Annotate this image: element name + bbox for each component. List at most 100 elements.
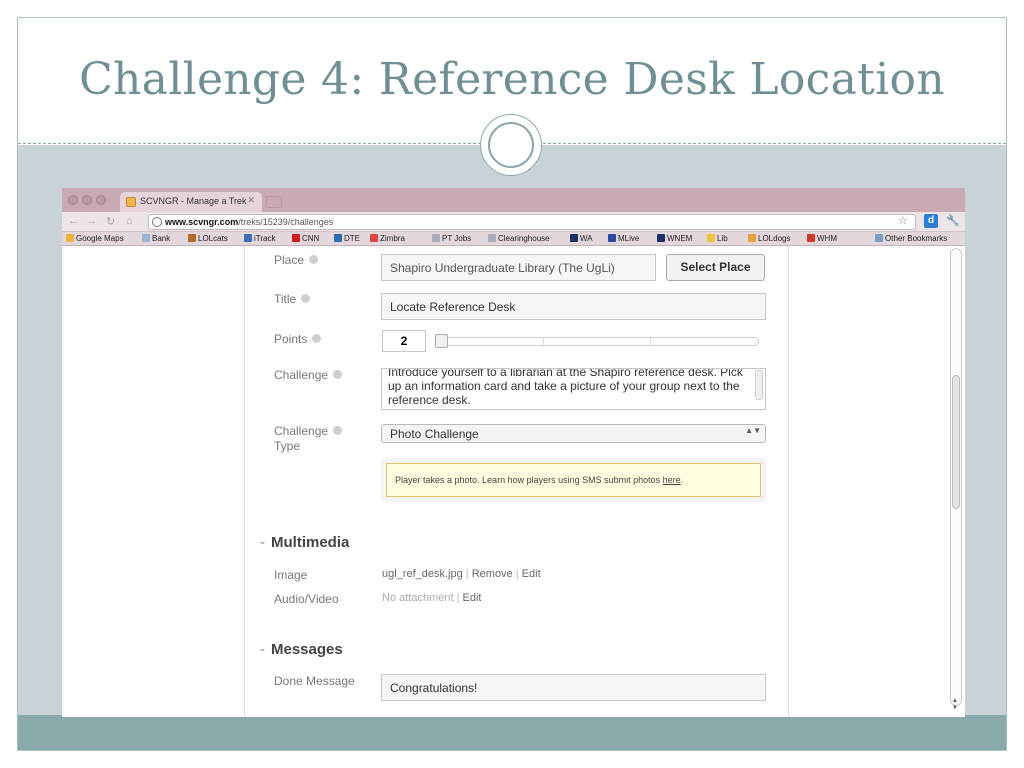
url-path: /treks/15239/challenges	[238, 217, 334, 227]
scroll-arrows-icon[interactable]: ▲ ▼	[952, 698, 958, 712]
globe-icon	[152, 217, 162, 227]
slide-title: Challenge 4: Reference Desk Location	[79, 54, 945, 105]
wa-icon	[570, 234, 578, 242]
done-message-field[interactable]: Congratulations!	[381, 674, 766, 701]
help-icon[interactable]	[312, 334, 322, 343]
points-slider-handle[interactable]	[435, 334, 448, 348]
lolcats-icon	[188, 234, 196, 242]
no-attachment-text: No attachment	[382, 592, 454, 604]
slider-tick	[543, 338, 544, 345]
hint-here-link[interactable]: here	[663, 475, 681, 485]
challenge-text: Introduce yourself to a librarian at the…	[388, 368, 743, 407]
points-field[interactable]: 2	[382, 330, 426, 352]
challenge-type-select[interactable]: Photo Challenge ▲▼	[381, 424, 766, 443]
edit-image-link[interactable]: Edit	[522, 568, 541, 580]
bookmark-itrack[interactable]: iTrack	[244, 234, 275, 243]
left-column-border	[244, 246, 245, 717]
bookmark-star-icon[interactable]: ☆	[898, 214, 908, 227]
bookmark-wnem[interactable]: WNEM	[657, 234, 692, 243]
web-page: Place Shapiro Undergraduate Library (The…	[62, 246, 965, 717]
mlive-icon	[608, 234, 616, 242]
bookmarks-bar: Google Maps Bank LOLcats iTrack CNN DTE …	[62, 232, 965, 246]
browser-tab[interactable]: SCVNGR - Manage a Trek ✕	[120, 192, 262, 212]
new-tab-button[interactable]	[266, 196, 282, 208]
bookmark-lolcats[interactable]: LOLcats	[188, 234, 228, 243]
scrollbar-thumb[interactable]	[952, 375, 960, 509]
zoom-window-button[interactable]	[96, 195, 106, 205]
title-field[interactable]: Locate Reference Desk	[381, 293, 766, 320]
bookmark-pt-jobs[interactable]: PT Jobs	[432, 234, 471, 243]
help-icon[interactable]	[301, 294, 311, 303]
url-host: www.scvngr.com	[165, 217, 239, 227]
folder-icon	[875, 234, 883, 242]
points-slider-track[interactable]	[435, 337, 759, 346]
bookmark-whm[interactable]: WHM	[807, 234, 837, 243]
back-arrow-icon[interactable]: ←	[68, 215, 79, 227]
messages-heading[interactable]: - Messages	[260, 641, 343, 658]
bookmark-mlive[interactable]: MLive	[608, 234, 639, 243]
image-label: Image	[274, 568, 308, 582]
bookmark-clearinghouse[interactable]: Clearinghouse	[488, 234, 550, 243]
bookmark-other[interactable]: Other Bookmarks	[875, 234, 947, 243]
edit-audio-video-link[interactable]: Edit	[463, 592, 482, 604]
lib-icon	[707, 234, 715, 242]
audio-video-attachment: No attachment | Edit	[382, 592, 482, 604]
audio-video-label: Audio/Video	[274, 592, 339, 606]
bookmark-google-maps[interactable]: Google Maps	[66, 234, 124, 243]
forward-arrow-icon[interactable]: →	[86, 215, 97, 227]
slide: Challenge 4: Reference Desk Location SCV…	[17, 17, 1007, 751]
help-icon[interactable]	[333, 370, 343, 379]
bookmark-loldogs[interactable]: LOLdogs	[748, 234, 790, 243]
browser-toolbar: ← → ↻ ⌂ www.scvngr.com/treks/15239/chall…	[62, 212, 965, 232]
cnn-icon	[292, 234, 300, 242]
bookmark-zimbra[interactable]: Zimbra	[370, 234, 405, 243]
bookmark-cnn[interactable]: CNN	[292, 234, 319, 243]
whm-icon	[807, 234, 815, 242]
tab-close-icon[interactable]: ✕	[247, 195, 255, 206]
photo-hint: Player takes a photo. Learn how players …	[386, 463, 761, 497]
challenge-textarea[interactable]: Introduce yourself to a librarian at the…	[381, 368, 766, 410]
zimbra-icon	[370, 234, 378, 242]
pt-jobs-icon	[432, 234, 440, 242]
slider-tick	[650, 338, 651, 345]
title-label: Title	[274, 292, 311, 306]
address-bar[interactable]: www.scvngr.com/treks/15239/challenges	[148, 214, 916, 230]
help-icon[interactable]	[309, 255, 319, 264]
reload-icon[interactable]: ↻	[106, 215, 115, 228]
page-scrollbar[interactable]	[950, 248, 962, 706]
place-label: Place	[274, 253, 319, 267]
challenge-type-value: Photo Challenge	[390, 427, 479, 441]
dte-icon	[334, 234, 342, 242]
title-circle-inner	[488, 122, 534, 168]
select-arrows-icon: ▲▼	[745, 426, 761, 435]
browser-window: SCVNGR - Manage a Trek ✕ ← → ↻ ⌂ www.scv…	[62, 188, 965, 717]
tab-strip: SCVNGR - Manage a Trek ✕	[62, 188, 965, 212]
image-filename[interactable]: ugl_ref_desk.jpg	[382, 568, 463, 580]
clearinghouse-icon	[488, 234, 496, 242]
textarea-scrollbar[interactable]	[755, 370, 763, 400]
place-field[interactable]: Shapiro Undergraduate Library (The UgLi)	[381, 254, 656, 281]
close-window-button[interactable]	[68, 195, 78, 205]
bookmark-lib[interactable]: Lib	[707, 234, 728, 243]
wrench-icon[interactable]: 🔧	[946, 214, 960, 227]
footer-bar	[18, 715, 1006, 750]
hint-container: Player takes a photo. Learn how players …	[381, 458, 766, 502]
bank-icon	[142, 234, 150, 242]
bookmark-bank[interactable]: Bank	[142, 234, 170, 243]
loldogs-icon	[748, 234, 756, 242]
image-attachment: ugl_ref_desk.jpg | Remove | Edit	[382, 568, 541, 580]
right-column-border	[788, 246, 789, 717]
extension-d-icon[interactable]: d	[924, 214, 938, 228]
scvngr-favicon-icon	[126, 197, 136, 207]
home-icon[interactable]: ⌂	[126, 215, 133, 227]
wnem-icon	[657, 234, 665, 242]
bookmark-wa[interactable]: WA	[570, 234, 593, 243]
done-message-label: Done Message	[274, 674, 355, 688]
minimize-window-button[interactable]	[82, 195, 92, 205]
bookmark-dte[interactable]: DTE	[334, 234, 360, 243]
select-place-button[interactable]: Select Place	[666, 254, 765, 281]
itrack-icon	[244, 234, 252, 242]
multimedia-heading[interactable]: - Multimedia	[260, 534, 349, 551]
remove-image-link[interactable]: Remove	[472, 568, 513, 580]
help-icon[interactable]	[333, 426, 343, 435]
